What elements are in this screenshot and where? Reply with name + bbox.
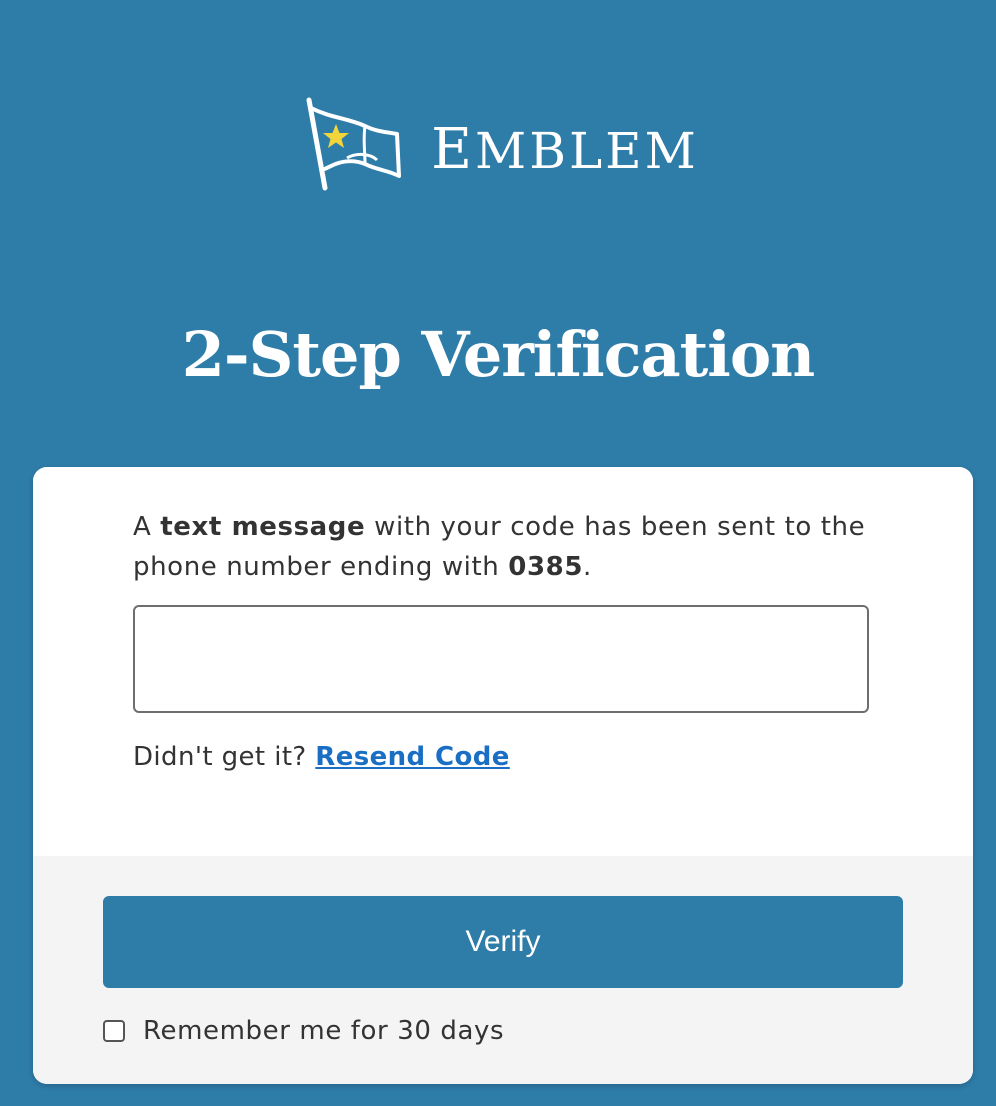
page-title: 2-Step Verification xyxy=(181,318,816,391)
verification-code-input[interactable] xyxy=(133,605,869,713)
verification-message: A text message with your code has been s… xyxy=(133,512,866,582)
card-body: A text message with your code has been s… xyxy=(33,467,973,856)
flag-with-star-icon xyxy=(306,97,402,191)
resend-prompt: Didn't get it? xyxy=(133,742,316,772)
brand-name: EMBLEM xyxy=(431,117,699,182)
verify-button[interactable]: Verify xyxy=(103,896,903,988)
remember-me-checkbox[interactable] xyxy=(103,1020,125,1042)
resend-row: Didn't get it? Resend Code xyxy=(133,737,510,777)
brand-logo: EMBLEM xyxy=(0,96,996,196)
verification-card: A text message with your code has been s… xyxy=(33,467,973,1084)
card-footer: Verify Remember me for 30 days xyxy=(33,856,973,1084)
remember-me-label: Remember me for 30 days xyxy=(143,1016,505,1046)
message-emphasis: text message xyxy=(160,512,366,542)
remember-me-row[interactable]: Remember me for 30 days xyxy=(103,1016,504,1046)
phone-last-digits: 0385 xyxy=(508,552,584,582)
resend-code-link[interactable]: Resend Code xyxy=(315,742,510,772)
